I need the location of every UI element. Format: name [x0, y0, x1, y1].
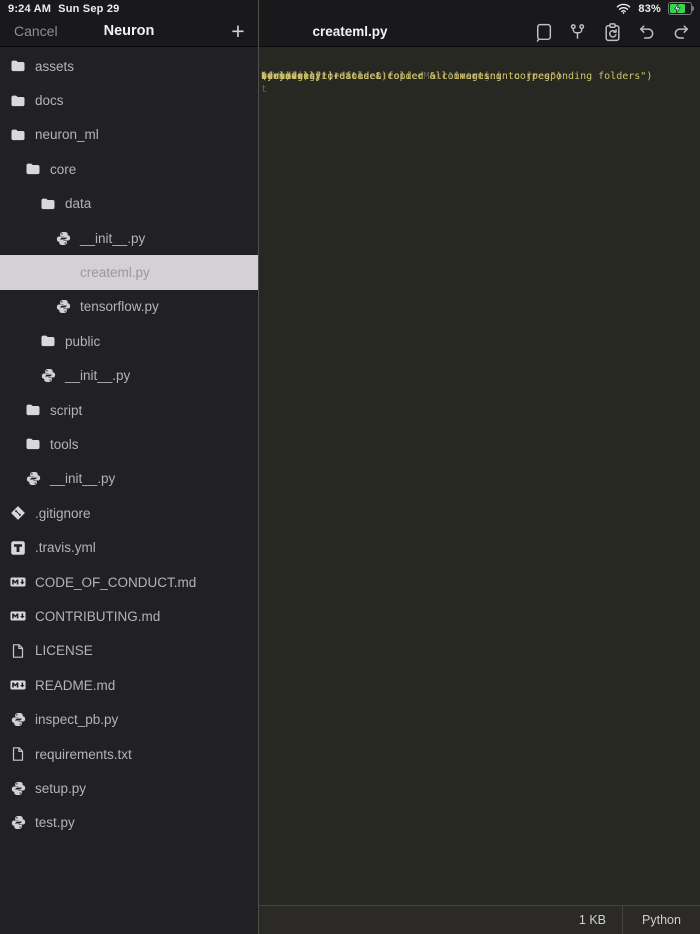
status-time: 9:24 AM	[8, 3, 51, 15]
file-tree: assetsdocsneuron_mlcoredata__init__.pycr…	[0, 47, 258, 934]
wifi-icon	[616, 3, 631, 14]
python-icon	[10, 780, 26, 796]
folder-icon	[10, 127, 26, 143]
folder-icon	[25, 436, 41, 452]
tree-item-license[interactable]: LICENSE	[0, 634, 258, 668]
python-icon	[55, 230, 71, 246]
file-title: createml.py	[280, 24, 420, 39]
repository-icon[interactable]	[532, 21, 554, 43]
code-editor-pane: --------served-------- verttory) by movi…	[258, 47, 700, 934]
folder-icon	[10, 93, 26, 109]
folder-icon	[25, 161, 41, 177]
travis-icon	[10, 540, 26, 556]
file-icon	[10, 746, 26, 762]
code-line: ccessfully created & copied all images i…	[258, 47, 700, 84]
tree-item-label: tensorflow.py	[80, 299, 159, 314]
tree-item-setup-py[interactable]: setup.py	[0, 771, 258, 805]
tree-item-label: script	[50, 403, 82, 418]
tree-item-contributing-md[interactable]: CONTRIBUTING.md	[0, 599, 258, 633]
header: 9:24 AM Sun Sep 29 83%	[0, 0, 700, 47]
markdown-icon	[10, 677, 26, 693]
tree-item-label: CONTRIBUTING.md	[35, 609, 160, 624]
tree-item-core[interactable]: core	[0, 152, 258, 186]
tree-item-label: docs	[35, 93, 64, 108]
status-date: Sun Sep 29	[58, 3, 119, 15]
tree-item-readme-md[interactable]: README.md	[0, 668, 258, 702]
tree-item-createml-py[interactable]: createml.py	[0, 255, 258, 289]
tree-item-label: createml.py	[80, 265, 150, 280]
tree-item-init-py[interactable]: __init__.py	[0, 462, 258, 496]
tree-item-label: public	[65, 334, 100, 349]
tree-item-label: README.md	[35, 678, 115, 693]
code-area[interactable]: --------served-------- verttory) by movi…	[258, 47, 700, 905]
toolbar	[532, 20, 692, 44]
file-icon	[10, 643, 26, 659]
tree-item-label: test.py	[35, 815, 75, 830]
tree-item-init-py[interactable]: __init__.py	[0, 359, 258, 393]
tree-item-label: .gitignore	[35, 506, 91, 521]
undo-icon[interactable]	[636, 21, 658, 43]
add-button[interactable]: +	[226, 18, 250, 44]
tree-item-label: setup.py	[35, 781, 86, 796]
folder-icon	[10, 58, 26, 74]
tree-item-tools[interactable]: tools	[0, 427, 258, 461]
tree-item-inspect-pb-py[interactable]: inspect_pb.py	[0, 702, 258, 736]
tree-item-tensorflow-py[interactable]: tensorflow.py	[0, 290, 258, 324]
python-icon	[55, 265, 71, 281]
python-icon	[10, 815, 26, 831]
tree-item-code-of-conduct-md[interactable]: CODE_OF_CONDUCT.md	[0, 565, 258, 599]
battery-percent: 83%	[638, 3, 661, 15]
tree-item-neuron-ml[interactable]: neuron_ml	[0, 118, 258, 152]
python-icon	[55, 299, 71, 315]
tree-item-label: .travis.yml	[35, 540, 96, 555]
language-selector[interactable]: Python	[623, 913, 700, 927]
folder-icon	[40, 196, 56, 212]
status-bar: 9:24 AM Sun Sep 29 83%	[0, 0, 700, 17]
python-icon	[40, 368, 56, 384]
editor-status-bar: 1 KB Python	[258, 905, 700, 934]
tree-item-label: neuron_ml	[35, 127, 99, 142]
folder-icon	[25, 402, 41, 418]
markdown-icon	[10, 608, 26, 624]
tree-item-label: requirements.txt	[35, 747, 132, 762]
tree-item-requirements-txt[interactable]: requirements.txt	[0, 737, 258, 771]
tree-item-label: LICENSE	[35, 643, 93, 658]
screen: 9:24 AM Sun Sep 29 83%	[0, 0, 700, 934]
clipboard-icon[interactable]	[601, 21, 623, 43]
tree-item-label: core	[50, 162, 76, 177]
tree-item-label: assets	[35, 59, 74, 74]
tree-item-label: __init__.py	[65, 368, 130, 383]
git-icon	[10, 505, 26, 521]
file-size: 1 KB	[579, 913, 606, 927]
tree-item-label: data	[65, 196, 91, 211]
tree-item-label: __init__.py	[50, 471, 115, 486]
tree-item-label: CODE_OF_CONDUCT.md	[35, 575, 196, 590]
nav-row: Cancel Neuron + createml.py	[0, 17, 700, 47]
markdown-icon	[10, 574, 26, 590]
code-line: t	[261, 84, 700, 97]
tree-item-data[interactable]: data	[0, 187, 258, 221]
python-icon	[25, 471, 41, 487]
tree-item-travis-yml[interactable]: .travis.yml	[0, 530, 258, 564]
tree-item-init-py[interactable]: __init__.py	[0, 221, 258, 255]
tree-item-gitignore[interactable]: .gitignore	[0, 496, 258, 530]
folder-icon	[40, 333, 56, 349]
panel-divider	[258, 0, 259, 934]
battery-charging-icon	[668, 2, 692, 15]
tree-item-test-py[interactable]: test.py	[0, 806, 258, 840]
git-branch-icon[interactable]	[567, 21, 589, 43]
tree-item-docs[interactable]: docs	[0, 83, 258, 117]
repo-title: Neuron	[0, 23, 258, 39]
tree-item-assets[interactable]: assets	[0, 49, 258, 83]
tree-item-label: __init__.py	[80, 231, 145, 246]
tree-item-label: inspect_pb.py	[35, 712, 118, 727]
redo-icon[interactable]	[670, 21, 692, 43]
tree-item-label: tools	[50, 437, 79, 452]
python-icon	[10, 712, 26, 728]
tree-item-script[interactable]: script	[0, 393, 258, 427]
tree-item-public[interactable]: public	[0, 324, 258, 358]
